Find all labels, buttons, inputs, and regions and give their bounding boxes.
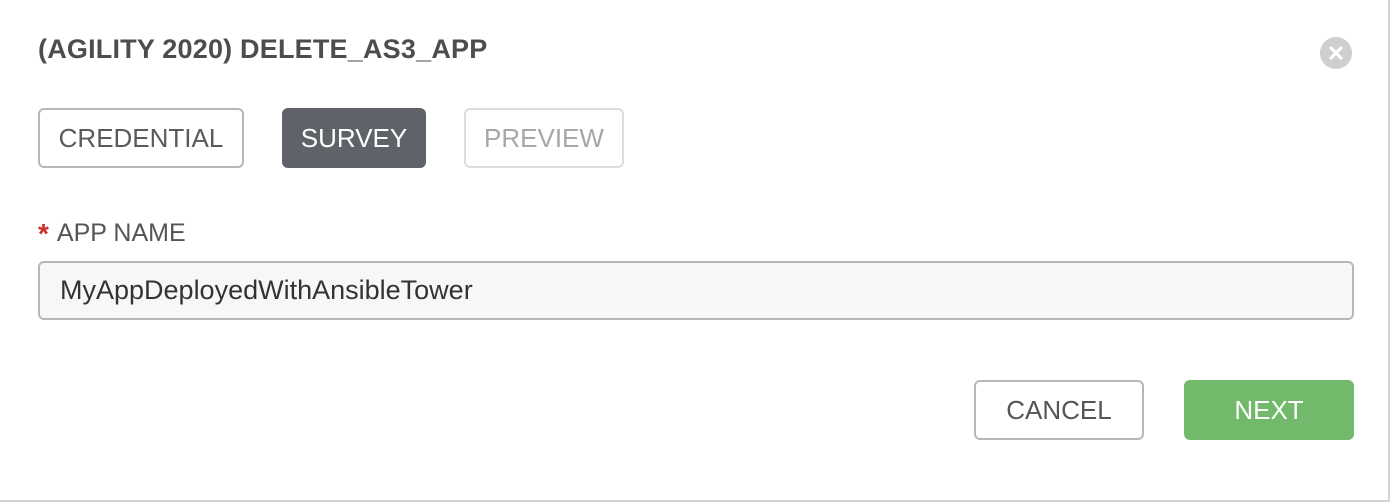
dialog-title: (AGILITY 2020) DELETE_AS3_APP (38, 34, 488, 64)
next-button[interactable]: NEXT (1184, 380, 1354, 440)
tab-preview: PREVIEW (464, 108, 624, 168)
app-name-input[interactable] (38, 261, 1354, 320)
app-name-label: * APP NAME (38, 216, 186, 249)
close-circle-icon (1329, 46, 1343, 60)
close-button[interactable] (1320, 37, 1352, 69)
tab-survey[interactable]: SURVEY (282, 108, 426, 168)
cancel-button[interactable]: CANCEL (974, 380, 1144, 440)
launch-job-dialog: (AGILITY 2020) DELETE_AS3_APP CREDENTIAL… (0, 0, 1390, 502)
required-marker: * (38, 218, 49, 249)
tab-credential[interactable]: CREDENTIAL (38, 108, 244, 168)
app-name-label-text: APP NAME (56, 219, 186, 247)
